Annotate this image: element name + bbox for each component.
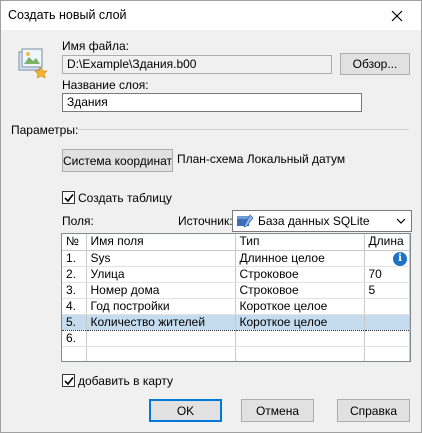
create-table-label[interactable]: Создать таблицу <box>78 191 172 205</box>
field-name-cell[interactable] <box>86 330 236 347</box>
field-type-cell[interactable]: Короткое целое <box>235 298 365 315</box>
source-dropdown[interactable]: База данных SQLite <box>232 210 412 232</box>
info-icon[interactable]: i <box>393 251 407 265</box>
column-header[interactable]: Длина <box>364 234 410 251</box>
table-row[interactable]: 4. Год постройки Короткое целое <box>62 298 410 315</box>
title-bar: Создать новый слой <box>1 1 421 30</box>
field-type-cell[interactable]: Длинное целое <box>235 250 365 267</box>
close-icon <box>391 10 403 21</box>
fields-label: Поля: <box>62 214 94 228</box>
table-header-row: № Имя поля Тип Длина <box>62 234 410 251</box>
table-row[interactable]: 1. Sys Длинное целое i <box>62 250 410 267</box>
params-label: Параметры: <box>11 123 79 137</box>
layer-name-input[interactable]: Здания <box>62 93 362 112</box>
column-header[interactable]: Имя поля <box>86 234 236 251</box>
field-name-cell[interactable]: Год постройки <box>86 298 236 315</box>
table-row[interactable]: 2. Улица Строковое 70 <box>62 266 410 283</box>
field-name-cell[interactable]: Номер дома <box>86 282 236 299</box>
row-number: 1. <box>62 250 87 267</box>
row-number: 6. <box>62 330 87 347</box>
field-type-cell[interactable]: Короткое целое <box>235 313 365 331</box>
ok-button[interactable]: OK <box>149 399 222 422</box>
field-length-cell[interactable] <box>364 298 410 315</box>
table-row[interactable]: 3. Номер дома Строковое 5 <box>62 282 410 299</box>
cancel-button[interactable]: Отмена <box>241 399 314 422</box>
close-button[interactable] <box>375 1 419 30</box>
table-row-empty <box>62 346 410 361</box>
add-to-map-label[interactable]: добавить в карту <box>78 374 173 388</box>
checkmark-icon <box>63 376 74 385</box>
checkmark-icon <box>63 193 74 202</box>
coordinate-system-value: План-схема Локальный датум <box>177 152 346 166</box>
row-number: 3. <box>62 282 87 299</box>
file-name-label: Имя файла: <box>62 39 129 53</box>
create-layer-dialog: Создать новый слой Имя файла: D:\Example… <box>0 0 422 433</box>
field-name-cell[interactable]: Улица <box>86 266 236 283</box>
column-header[interactable]: № <box>62 234 87 251</box>
field-length-cell[interactable] <box>364 330 410 347</box>
create-table-checkbox[interactable] <box>62 191 75 204</box>
source-value: База данных SQLite <box>258 214 370 228</box>
row-number: 5. <box>62 313 87 331</box>
coordinate-system-button[interactable]: Система координат <box>62 149 173 172</box>
table-row-selected[interactable]: 5. Количество жителей Короткое целое <box>62 313 410 331</box>
table-row[interactable]: 6. <box>62 330 410 347</box>
help-button[interactable]: Справка <box>337 399 410 422</box>
new-layer-icon <box>18 48 48 79</box>
column-header[interactable]: Тип <box>235 234 365 251</box>
add-to-map-checkbox[interactable] <box>62 374 75 387</box>
field-length-cell[interactable]: 5 <box>364 282 410 299</box>
file-name-field[interactable]: D:\Example\Здания.b00 <box>62 55 332 74</box>
field-name-cell[interactable]: Количество жителей <box>86 313 236 331</box>
field-type-cell[interactable]: Строковое <box>235 282 365 299</box>
window-title: Создать новый слой <box>8 8 127 22</box>
field-type-cell[interactable] <box>235 330 365 347</box>
field-name-cell[interactable]: Sys <box>86 250 236 267</box>
sqlite-database-icon <box>237 214 254 228</box>
field-length-cell[interactable] <box>364 313 410 331</box>
layer-name-label: Название слоя: <box>62 78 149 92</box>
field-length-cell[interactable]: 70 <box>364 266 410 283</box>
browse-button[interactable]: Обзор... <box>340 53 410 75</box>
row-number: 4. <box>62 298 87 315</box>
source-label: Источник: <box>178 214 233 228</box>
fields-table[interactable]: № Имя поля Тип Длина 1. Sys Длинное цело… <box>61 233 411 362</box>
field-length-cell[interactable]: i <box>364 250 410 267</box>
field-type-cell[interactable]: Строковое <box>235 266 365 283</box>
params-separator <box>77 129 409 130</box>
chevron-down-icon <box>396 218 406 224</box>
row-number: 2. <box>62 266 87 283</box>
